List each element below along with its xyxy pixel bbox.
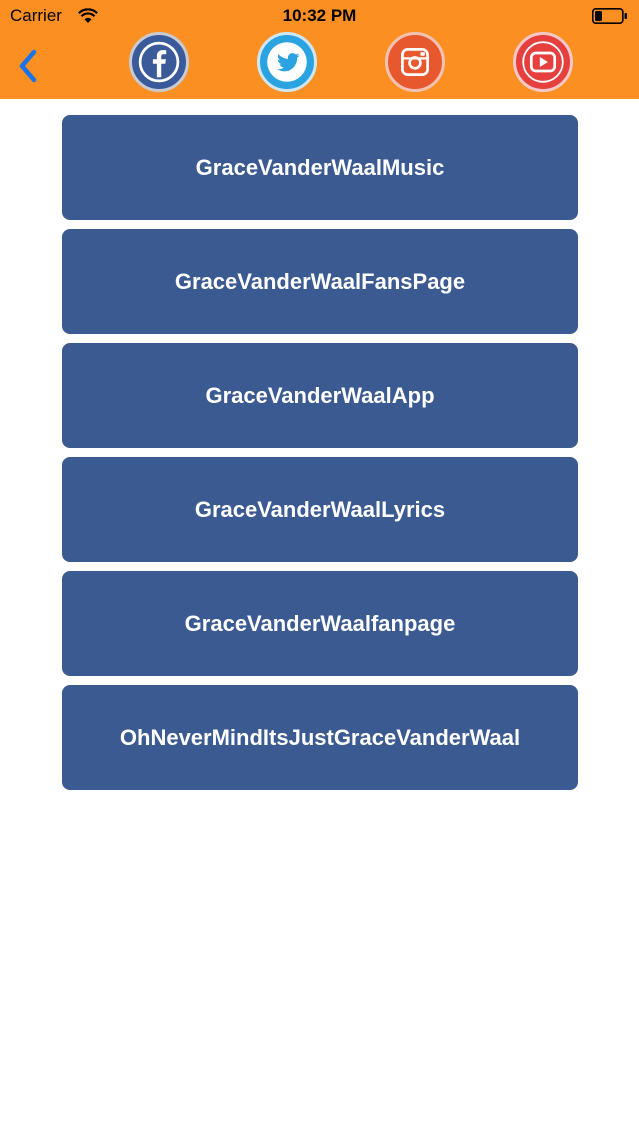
status-time: 10:32 PM (282, 6, 357, 25)
link-button-grace-vanderwaal-fanpage[interactable]: GraceVanderWaalfanpage (62, 571, 578, 676)
twitter-icon (267, 42, 307, 82)
link-button-grace-vanderwaal-app[interactable]: GraceVanderWaalApp (62, 343, 578, 448)
twitter-button[interactable] (257, 32, 317, 92)
chevron-left-icon[interactable] (14, 46, 44, 86)
facebook-button[interactable] (129, 32, 189, 92)
status-bar: Carrier 10:32 PM (0, 0, 639, 32)
link-button-oh-never-mind-its-just-grace-vanderwaal[interactable]: OhNeverMindItsJustGraceVanderWaal (62, 685, 578, 790)
top-navigation-bar: Carrier 10:32 PM (0, 0, 639, 99)
battery-icon (592, 8, 627, 24)
link-list: GraceVanderWaalMusic GraceVanderWaalFans… (62, 115, 578, 799)
youtube-icon (522, 41, 564, 83)
instagram-icon (401, 48, 429, 76)
youtube-button[interactable] (513, 32, 573, 92)
instagram-button[interactable] (385, 32, 445, 92)
link-button-grace-vanderwaal-fans-page[interactable]: GraceVanderWaalFansPage (62, 229, 578, 334)
link-button-grace-vanderwaal-music[interactable]: GraceVanderWaalMusic (62, 115, 578, 220)
facebook-icon (138, 41, 180, 83)
link-button-grace-vanderwaal-lyrics[interactable]: GraceVanderWaalLyrics (62, 457, 578, 562)
